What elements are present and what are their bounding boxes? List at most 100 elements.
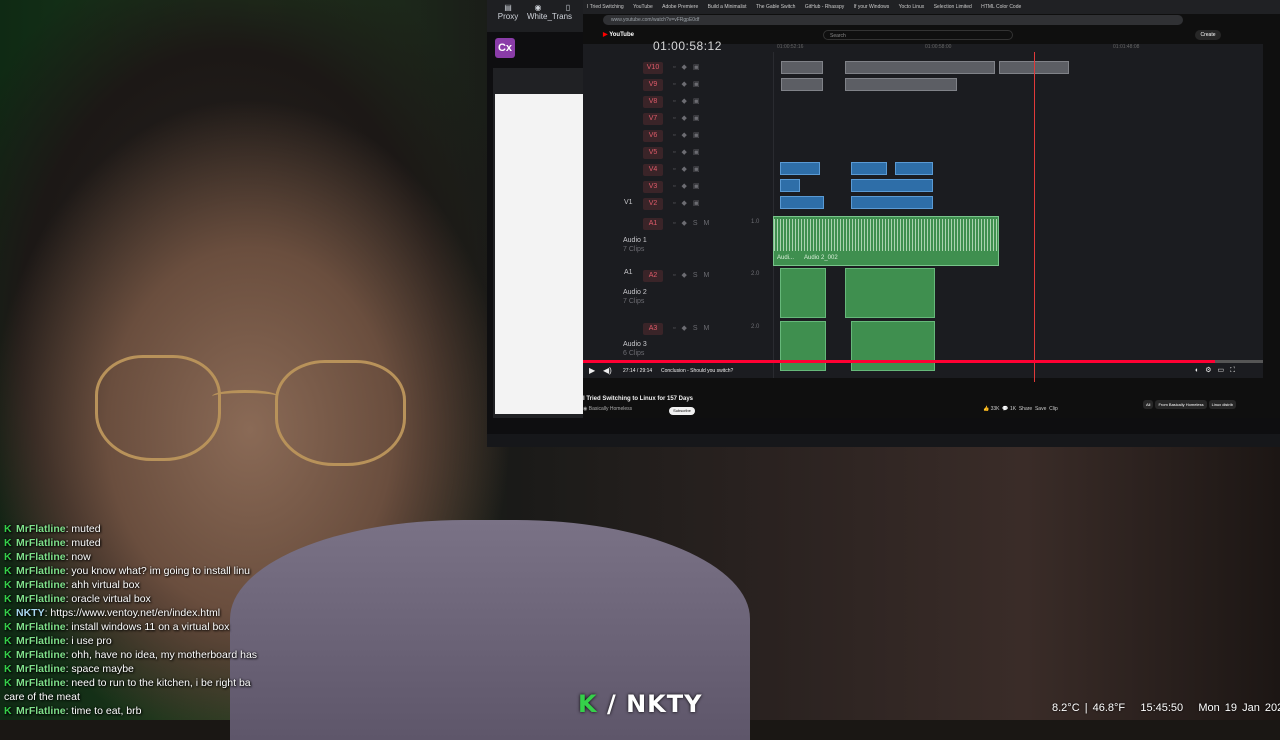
browser-tab[interactable]: I Tried Switching <box>587 4 624 10</box>
browser-tab[interactable]: YouTube <box>633 4 653 10</box>
track-controls-icon[interactable]: ▫◆▣ <box>673 97 743 107</box>
chat-username[interactable]: MrFlatline <box>16 579 66 591</box>
chat-username[interactable]: NKTY <box>16 607 45 619</box>
settings-icon[interactable]: ◐⚙▭⛶ <box>1195 366 1241 375</box>
channel-name[interactable]: ◉ Basically Homeless <box>583 406 632 412</box>
track-controls-icon[interactable]: ▫◆SM <box>673 219 743 229</box>
track-badge[interactable]: A2 <box>643 270 663 282</box>
chip[interactable]: All <box>1143 400 1154 409</box>
clip-button[interactable]: Clip <box>1049 406 1058 412</box>
video-clip[interactable] <box>845 78 957 91</box>
chat-badge-icon: K <box>4 607 12 619</box>
browser-tab[interactable]: Adobe Premiere <box>662 4 698 10</box>
track-badge[interactable]: V6 <box>643 130 663 142</box>
track-controls-icon[interactable]: ▫◆▣ <box>673 148 743 158</box>
audio-clip[interactable] <box>780 321 826 371</box>
track-badge[interactable]: A1 <box>643 218 663 230</box>
browser-tab[interactable]: HTML Color Code <box>981 4 1021 10</box>
video-clip[interactable] <box>845 61 995 74</box>
video-clip[interactable] <box>781 61 823 74</box>
track-controls-icon[interactable]: ▫◆▣ <box>673 182 743 192</box>
track-controls-icon[interactable]: ▫◆▣ <box>673 199 743 209</box>
clock-date: Mon 19 Jan 2026 <box>1198 702 1280 714</box>
track-controls-icon[interactable]: ▫◆▣ <box>673 63 743 73</box>
video-progress-bar[interactable] <box>583 360 1263 363</box>
track-badge[interactable]: V7 <box>643 113 663 125</box>
browser-tab[interactable]: Selection Limited <box>934 4 972 10</box>
glasses-right-lens <box>275 360 406 466</box>
video-clip[interactable] <box>780 196 824 209</box>
audio-waveform <box>774 219 998 251</box>
comment-button[interactable]: 💬 1K <box>1002 406 1016 412</box>
video-clip[interactable] <box>781 78 823 91</box>
search-input[interactable]: Search <box>823 30 1013 40</box>
small-browser-page <box>495 94 583 414</box>
chat-badge-icon: K <box>4 663 12 675</box>
video-clip[interactable] <box>780 162 820 175</box>
chat-username[interactable]: MrFlatline <box>16 593 66 605</box>
video-clip[interactable] <box>851 196 933 209</box>
chat-message: K MrFlatline: ahh virtual box <box>4 578 290 592</box>
browser-tab[interactable]: If your Windows <box>854 4 890 10</box>
chat-username[interactable]: MrFlatline <box>16 551 66 563</box>
chat-username[interactable]: MrFlatline <box>16 663 66 675</box>
track-controls-icon[interactable]: ▫◆▣ <box>673 131 743 141</box>
audio-clip[interactable] <box>845 268 935 318</box>
chat-username[interactable]: MrFlatline <box>16 705 66 717</box>
chat-message: K MrFlatline: now <box>4 550 290 564</box>
browser-tab[interactable]: GitHub - Rhasspy <box>805 4 844 10</box>
chat-username[interactable]: MrFlatline <box>16 677 66 689</box>
address-bar[interactable]: www.youtube.com/watch?v=vFRgpE0df <box>603 15 1183 25</box>
cx-app-icon[interactable]: Cx <box>495 38 515 58</box>
youtube-logo[interactable]: ▶ YouTube <box>603 31 634 38</box>
audio-clip[interactable] <box>851 321 935 371</box>
track-badge[interactable]: V3 <box>643 181 663 193</box>
like-button[interactable]: 👍 33K <box>983 406 1000 412</box>
chat-username[interactable]: MrFlatline <box>16 537 66 549</box>
audio-clip[interactable]: Audi... Audio 2_002 <box>773 216 999 266</box>
track-controls-icon[interactable]: ▫◆▣ <box>673 114 743 124</box>
browser-tab[interactable]: Build a Minimalist <box>708 4 747 10</box>
file-icon[interactable]: ▤ Proxy <box>497 3 519 23</box>
track-badge[interactable]: V5 <box>643 147 663 159</box>
track-badge[interactable]: V4 <box>643 164 663 176</box>
share-button[interactable]: Share <box>1019 406 1032 412</box>
desktop-capture: ▤ Proxy ◉ White_Trans ▯ Cx I Tried Switchi… <box>487 0 1280 447</box>
chat-username[interactable]: MrFlatline <box>16 621 66 633</box>
chat-username[interactable]: MrFlatline <box>16 635 66 647</box>
chat-username[interactable]: MrFlatline <box>16 565 66 577</box>
chapter-title[interactable]: Conclusion - Should you switch? <box>661 368 733 374</box>
play-icon[interactable]: ▶ <box>589 366 595 375</box>
track-controls-icon[interactable]: ▫◆SM <box>673 324 743 334</box>
chip[interactable]: Linux distrib <box>1208 400 1236 409</box>
video-player[interactable]: 01:00:58:12 01:00:52:16 01:00:58:00 01:0… <box>583 39 1263 382</box>
app-icon[interactable]: ◉ White_Trans <box>527 3 572 23</box>
video-clip[interactable] <box>780 179 800 192</box>
volume-icon[interactable]: ◀) <box>603 366 612 375</box>
track-controls-icon[interactable]: ▫◆▣ <box>673 165 743 175</box>
chat-username[interactable]: MrFlatline <box>16 523 66 535</box>
track-badge[interactable]: V9 <box>643 79 663 91</box>
track-badge[interactable]: A3 <box>643 323 663 335</box>
track-badge[interactable]: V2 <box>643 198 663 210</box>
video-clip[interactable] <box>851 179 933 192</box>
track-controls-icon[interactable]: ▫◆▣ <box>673 80 743 90</box>
chat-badge-icon: K <box>4 551 12 563</box>
track-badge[interactable]: V10 <box>643 62 663 74</box>
create-button[interactable]: Create <box>1195 30 1221 40</box>
chip[interactable]: From Basically Homeless <box>1155 400 1207 409</box>
save-button[interactable]: Save <box>1035 406 1046 412</box>
track-controls-icon[interactable]: ▫◆SM <box>673 271 743 281</box>
file-icon[interactable]: ▯ <box>557 3 579 23</box>
video-clip[interactable] <box>895 162 933 175</box>
subscribe-button[interactable]: Subscribe <box>669 407 695 415</box>
video-clip[interactable] <box>851 162 887 175</box>
video-progress-fill <box>583 360 1216 363</box>
browser-tab[interactable]: Yocto Linux <box>899 4 925 10</box>
chat-message: K MrFlatline: muted <box>4 536 290 550</box>
track-badge[interactable]: V8 <box>643 96 663 108</box>
timeline-playhead[interactable] <box>1034 52 1035 382</box>
browser-tab[interactable]: The Gable Switch <box>756 4 795 10</box>
chat-username[interactable]: MrFlatline <box>16 649 66 661</box>
audio-clip[interactable] <box>780 268 826 318</box>
